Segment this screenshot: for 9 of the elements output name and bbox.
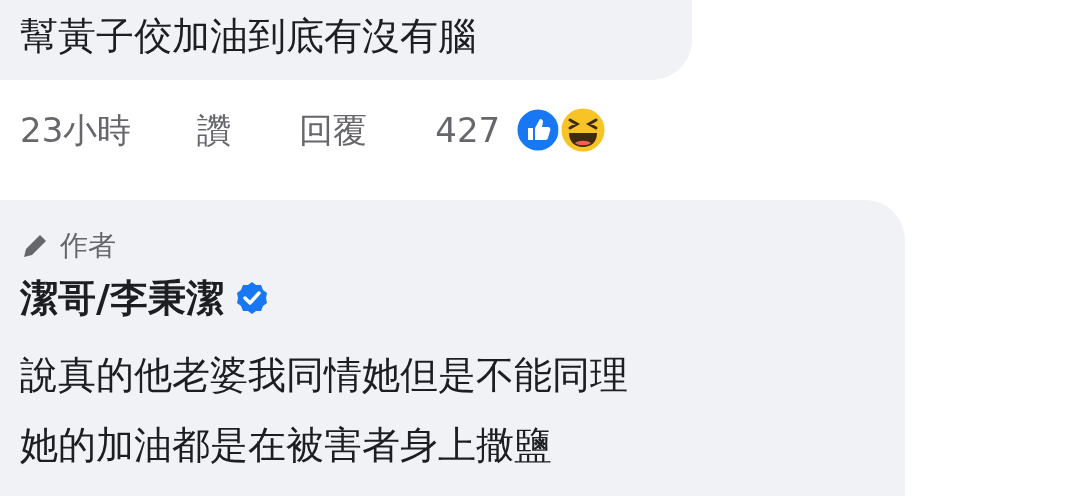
like-link[interactable]: 讚 bbox=[197, 104, 232, 156]
author-name[interactable]: 潔哥/李秉潔 bbox=[20, 274, 224, 322]
reaction-count: 427 bbox=[435, 108, 501, 152]
reply-link[interactable]: 回覆 bbox=[299, 104, 368, 156]
comment-text: 幫黃子佼加油到底有沒有腦 bbox=[20, 14, 476, 58]
reply-text-line: 她的加油都是在被害者身上撒鹽 bbox=[20, 422, 552, 469]
reply-text-line: 說真的他老婆我同情她但是不能同理 bbox=[20, 352, 628, 399]
author-label: 作者 bbox=[60, 228, 116, 264]
comment-time: 23小時 bbox=[20, 108, 132, 152]
